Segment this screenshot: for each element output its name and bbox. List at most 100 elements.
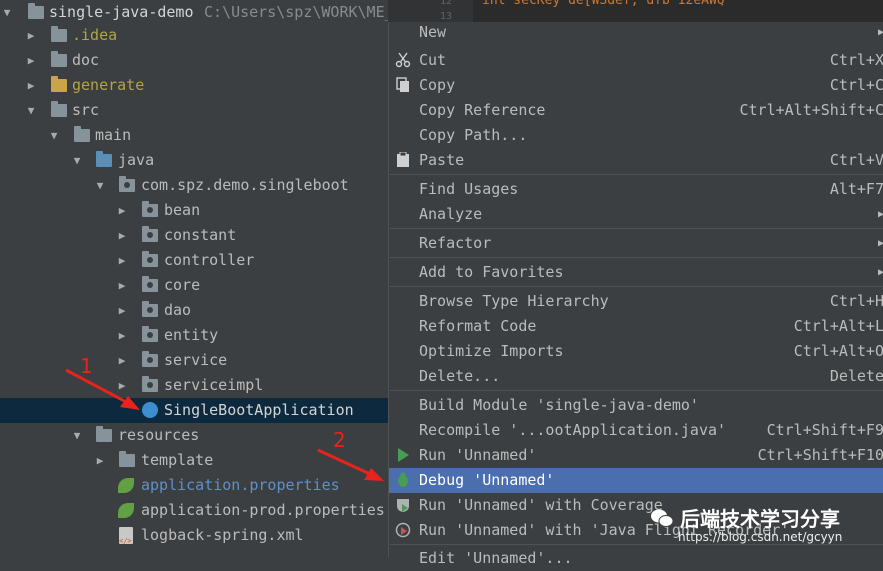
watermark-title: 后端技术学习分享	[680, 503, 840, 532]
menu-shortcut: Ctrl+C	[830, 73, 883, 98]
source-folder-icon	[96, 154, 112, 167]
tree-row-idea[interactable]: ▶ .idea	[0, 23, 388, 48]
menu-item-run[interactable]: Run 'Unnamed' Ctrl+Shift+F10	[389, 443, 883, 468]
chevron-right-icon[interactable]: ▶	[24, 48, 38, 73]
submenu-arrow-icon: ▶	[878, 202, 883, 227]
menu-item-copy-path[interactable]: Copy Path...	[389, 123, 883, 148]
tree-row-file[interactable]: logback-spring.xml	[0, 523, 388, 548]
resources-folder-icon	[96, 429, 112, 442]
coverage-icon	[395, 497, 411, 513]
menu-shortcut: Ctrl+Alt+L	[794, 314, 883, 339]
menu-shortcut: Ctrl+Shift+F10	[758, 443, 883, 468]
spring-properties-icon	[118, 478, 134, 493]
scissors-icon	[395, 52, 411, 68]
tree-row-package[interactable]: ▼ com.spz.demo.singleboot	[0, 173, 388, 198]
tree-row-app-class[interactable]: SingleBootApplication	[0, 398, 388, 423]
tree-row-file[interactable]: application.properties	[0, 473, 388, 498]
menu-item-build-module[interactable]: Build Module 'single-java-demo'	[389, 393, 883, 418]
menu-item-find-usages[interactable]: Find Usages Alt+F7	[389, 177, 883, 202]
chevron-right-icon[interactable]: ▶	[115, 298, 129, 323]
menu-item-browse-type-hierarchy[interactable]: Browse Type Hierarchy Ctrl+H	[389, 289, 883, 314]
menu-item-reformat-code[interactable]: Reformat Code Ctrl+Alt+L	[389, 314, 883, 339]
chevron-right-icon[interactable]: ▶	[93, 448, 107, 473]
menu-label: Edit 'Unnamed'...	[419, 546, 573, 571]
tree-row-service[interactable]: ▶ service	[0, 348, 388, 373]
menu-label: Recompile '...ootApplication.java'	[419, 418, 726, 443]
tree-label-file: logback-spring.xml	[141, 523, 304, 548]
tree-row-main[interactable]: ▼ main	[0, 123, 388, 148]
submenu-arrow-icon: ▶	[878, 260, 883, 285]
menu-label: Optimize Imports	[419, 339, 564, 364]
annotation-number-1: 1	[80, 354, 93, 378]
chevron-down-icon[interactable]: ▼	[70, 148, 84, 173]
menu-item-recompile[interactable]: Recompile '...ootApplication.java' Ctrl+…	[389, 418, 883, 443]
menu-item-refactor[interactable]: Refactor ▶	[389, 231, 883, 256]
chevron-right-icon[interactable]: ▶	[115, 248, 129, 273]
menu-shortcut: Alt+F7	[830, 177, 883, 202]
watermark-url: https://blog.csdn.net/gcyyn	[678, 530, 842, 544]
package-icon	[142, 329, 158, 342]
chevron-down-icon[interactable]: ▼	[47, 123, 61, 148]
chevron-down-icon[interactable]: ▼	[93, 173, 107, 198]
menu-separator	[390, 257, 883, 258]
menu-label: Reformat Code	[419, 314, 536, 339]
tree-row-entity[interactable]: ▶ entity	[0, 323, 388, 348]
menu-item-delete[interactable]: Delete... Delete	[389, 364, 883, 389]
chevron-right-icon[interactable]: ▶	[115, 273, 129, 298]
chevron-right-icon[interactable]: ▶	[115, 323, 129, 348]
chevron-right-icon[interactable]: ▶	[24, 73, 38, 98]
tree-label-idea: .idea	[72, 23, 117, 48]
menu-item-new[interactable]: New ▶	[389, 20, 883, 45]
tree-row-file[interactable]: application-prod.properties	[0, 498, 388, 523]
tree-row-core[interactable]: ▶ core	[0, 273, 388, 298]
menu-item-copy[interactable]: Copy Ctrl+C	[389, 73, 883, 98]
tree-row-java[interactable]: ▼ java	[0, 148, 388, 173]
tree-row-dao[interactable]: ▶ dao	[0, 298, 388, 323]
menu-shortcut: Ctrl+H	[830, 289, 883, 314]
tree-label-java: java	[118, 148, 154, 173]
context-menu: New ▶ Cut Ctrl+X Copy Ctrl+C Copy Refere…	[388, 22, 883, 557]
chevron-down-icon[interactable]: ▼	[24, 98, 38, 123]
tree-row-serviceimpl[interactable]: ▶ serviceimpl	[0, 373, 388, 398]
menu-item-cut[interactable]: Cut Ctrl+X	[389, 48, 883, 73]
spring-boot-class-icon	[142, 402, 158, 418]
tree-row-constant[interactable]: ▶ constant	[0, 223, 388, 248]
tree-row-project[interactable]: ▼ single-java-demo C:\Users\spz\WORK\ME_…	[0, 0, 388, 25]
chevron-right-icon[interactable]: ▶	[115, 198, 129, 223]
tree-row-controller[interactable]: ▶ controller	[0, 248, 388, 273]
line-number: 12	[440, 0, 452, 7]
editor-area[interactable]: 12 13 int secKey de[WSdef, dfb 12eAWQ	[388, 0, 883, 22]
tree-row-bean[interactable]: ▶ bean	[0, 198, 388, 223]
chevron-right-icon[interactable]: ▶	[24, 23, 38, 48]
tree-row-doc[interactable]: ▶ doc	[0, 48, 388, 73]
tree-row-generate[interactable]: ▶ generate	[0, 73, 388, 98]
menu-label: Analyze	[419, 202, 482, 227]
menu-shortcut: Ctrl+X	[830, 48, 883, 73]
chevron-right-icon[interactable]: ▶	[115, 373, 129, 398]
tree-row-template[interactable]: ▶ template	[0, 448, 388, 473]
menu-label: Find Usages	[419, 177, 518, 202]
menu-shortcut: Ctrl+V	[830, 148, 883, 173]
clipboard-icon	[395, 152, 411, 168]
menu-item-analyze[interactable]: Analyze ▶	[389, 202, 883, 227]
tree-label-resources: resources	[118, 423, 199, 448]
menu-item-add-to-favorites[interactable]: Add to Favorites ▶	[389, 260, 883, 285]
package-icon	[142, 279, 158, 292]
chevron-down-icon[interactable]: ▼	[70, 423, 84, 448]
chevron-right-icon[interactable]: ▶	[115, 348, 129, 373]
menu-item-debug[interactable]: Debug 'Unnamed'	[389, 468, 883, 493]
debug-icon	[395, 472, 411, 488]
tree-label-package-child: core	[164, 273, 200, 298]
menu-label: Add to Favorites	[419, 260, 564, 285]
menu-item-paste[interactable]: Paste Ctrl+V	[389, 148, 883, 173]
menu-item-optimize-imports[interactable]: Optimize Imports Ctrl+Alt+O	[389, 339, 883, 364]
tree-row-resources[interactable]: ▼ resources	[0, 423, 388, 448]
chevron-down-icon[interactable]: ▼	[0, 0, 14, 25]
chevron-right-icon[interactable]: ▶	[115, 223, 129, 248]
tree-label-main: main	[95, 123, 131, 148]
tree-label-package-child: dao	[164, 298, 191, 323]
tree-label-generate: generate	[72, 73, 144, 98]
menu-separator	[390, 286, 883, 287]
menu-item-copy-reference[interactable]: Copy Reference Ctrl+Alt+Shift+C	[389, 98, 883, 123]
tree-row-src[interactable]: ▼ src	[0, 98, 388, 123]
